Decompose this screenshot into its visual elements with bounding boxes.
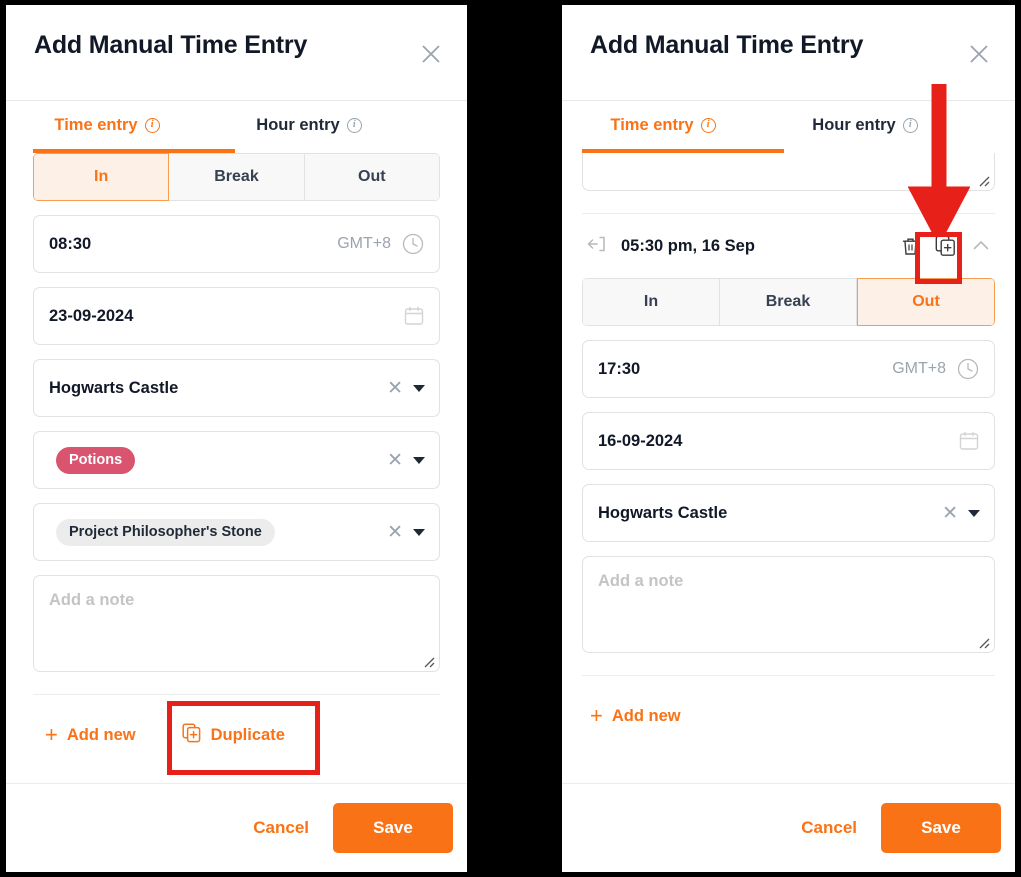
cancel-button[interactable]: Cancel — [253, 818, 309, 838]
action-links: + Add new — [582, 676, 995, 756]
resize-grip-icon[interactable] — [976, 173, 990, 187]
cancel-button[interactable]: Cancel — [801, 818, 857, 838]
duplicate-label: Duplicate — [210, 725, 285, 744]
page-title: Add Manual Time Entry — [590, 31, 864, 59]
tab-hour-entry-label: Hour entry — [256, 115, 340, 134]
duplicate-icon[interactable] — [935, 235, 957, 257]
chevron-down-icon[interactable] — [413, 456, 425, 464]
add-new-button[interactable]: + Add new — [590, 705, 681, 727]
entry-detail-body: In Break Out 17:30 GMT+8 16-09-2024 Hogw… — [562, 278, 1015, 756]
resize-grip-icon[interactable] — [421, 654, 435, 668]
location-field[interactable]: Hogwarts Castle ✕ — [582, 484, 995, 542]
info-icon[interactable]: i — [144, 117, 160, 133]
time-value: 17:30 — [598, 359, 641, 378]
tab-time-entry[interactable]: Time entry i — [6, 101, 208, 149]
arrow-left-bracket-icon — [586, 233, 608, 260]
close-icon[interactable] — [417, 40, 445, 68]
screenshot-stage: Add Manual Time Entry Time entry i Hour … — [0, 0, 1021, 877]
save-button[interactable]: Save — [881, 803, 1001, 853]
date-field[interactable]: 23-09-2024 — [33, 287, 440, 345]
tab-time-entry[interactable]: Time entry i — [562, 101, 764, 149]
tab-hour-entry-label: Hour entry — [812, 115, 896, 134]
chevron-down-icon[interactable] — [968, 509, 980, 517]
add-new-label: Add new — [611, 706, 681, 725]
tab-time-entry-label: Time entry — [610, 115, 694, 134]
tab-hour-entry[interactable]: Hour entry i — [208, 101, 410, 149]
dialog-footer: Cancel Save — [562, 783, 1015, 872]
note-textarea[interactable]: Add a note — [33, 575, 440, 672]
chevron-down-icon[interactable] — [413, 528, 425, 536]
segment-break[interactable]: Break — [720, 278, 857, 326]
collapsed-entry-row[interactable]: 05:30 pm, 16 Sep — [582, 224, 995, 268]
note-textarea-scrolled[interactable] — [582, 153, 995, 191]
time-value: 08:30 — [49, 234, 92, 253]
clear-icon[interactable]: ✕ — [387, 379, 403, 398]
date-value: 16-09-2024 — [598, 431, 683, 450]
clock-icon[interactable] — [956, 357, 980, 381]
calendar-icon[interactable] — [958, 430, 980, 452]
clear-icon[interactable]: ✕ — [387, 523, 403, 542]
segment-break[interactable]: Break — [169, 153, 305, 201]
tab-hour-entry[interactable]: Hour entry i — [764, 101, 966, 149]
dialog-header: Add Manual Time Entry — [562, 5, 1015, 101]
time-field[interactable]: 17:30 GMT+8 — [582, 340, 995, 398]
info-icon[interactable]: i — [902, 117, 918, 133]
entry-row-label: 05:30 pm, 16 Sep — [621, 236, 755, 255]
note-placeholder: Add a note — [49, 591, 135, 609]
calendar-icon[interactable] — [403, 305, 425, 327]
dialog-header: Add Manual Time Entry — [6, 5, 467, 101]
add-new-button[interactable]: + Add new — [45, 724, 136, 746]
dialog-left: Add Manual Time Entry Time entry i Hour … — [6, 5, 467, 872]
close-icon[interactable] — [965, 40, 993, 68]
save-button[interactable]: Save — [333, 803, 453, 853]
segment-out[interactable]: Out — [857, 278, 995, 326]
divider — [582, 213, 995, 214]
action-links: + Add new Duplicate — [33, 695, 440, 775]
add-new-label: Add new — [66, 725, 136, 744]
duplicate-button[interactable]: Duplicate — [182, 722, 285, 748]
clock-icon[interactable] — [401, 232, 425, 256]
chevron-up-icon[interactable] — [971, 236, 991, 256]
form-body: 08:30 GMT+8 23-09-2024 Hogwarts Castle ✕… — [6, 215, 467, 775]
timezone-label: GMT+8 — [892, 360, 946, 377]
clear-icon[interactable]: ✕ — [387, 451, 403, 470]
segmented-control: In Break Out — [33, 153, 440, 201]
duplicate-icon — [182, 722, 202, 748]
location-value: Hogwarts Castle — [49, 378, 179, 397]
tab-bar: Time entry i Hour entry i — [562, 101, 1015, 149]
info-icon[interactable]: i — [700, 117, 716, 133]
segment-in[interactable]: In — [33, 153, 170, 201]
plus-icon: + — [590, 703, 603, 728]
tag-field[interactable]: Potions ✕ — [33, 431, 440, 489]
project-chip[interactable]: Project Philosopher's Stone — [56, 518, 275, 546]
trash-icon[interactable] — [900, 236, 921, 257]
time-field[interactable]: 08:30 GMT+8 — [33, 215, 440, 273]
dialog-right: Add Manual Time Entry Time entry i Hour … — [562, 5, 1015, 872]
segment-in[interactable]: In — [582, 278, 720, 326]
date-value: 23-09-2024 — [49, 306, 134, 325]
project-field[interactable]: Project Philosopher's Stone ✕ — [33, 503, 440, 561]
form-body — [562, 153, 1015, 214]
tab-time-entry-label: Time entry — [54, 115, 138, 134]
segment-out[interactable]: Out — [304, 153, 440, 201]
chevron-down-icon[interactable] — [413, 384, 425, 392]
clear-icon[interactable]: ✕ — [942, 504, 958, 523]
note-placeholder: Add a note — [598, 572, 684, 590]
timezone-label: GMT+8 — [337, 235, 391, 252]
note-textarea[interactable]: Add a note — [582, 556, 995, 653]
tab-bar: Time entry i Hour entry i — [6, 101, 467, 149]
resize-grip-icon[interactable] — [976, 635, 990, 649]
info-icon[interactable]: i — [346, 117, 362, 133]
plus-icon: + — [45, 722, 58, 747]
page-title: Add Manual Time Entry — [34, 31, 308, 59]
dialog-footer: Cancel Save — [6, 783, 467, 872]
location-value: Hogwarts Castle — [598, 503, 728, 522]
date-field[interactable]: 16-09-2024 — [582, 412, 995, 470]
location-field[interactable]: Hogwarts Castle ✕ — [33, 359, 440, 417]
segmented-control: In Break Out — [582, 278, 995, 326]
tag-chip[interactable]: Potions — [56, 446, 136, 474]
